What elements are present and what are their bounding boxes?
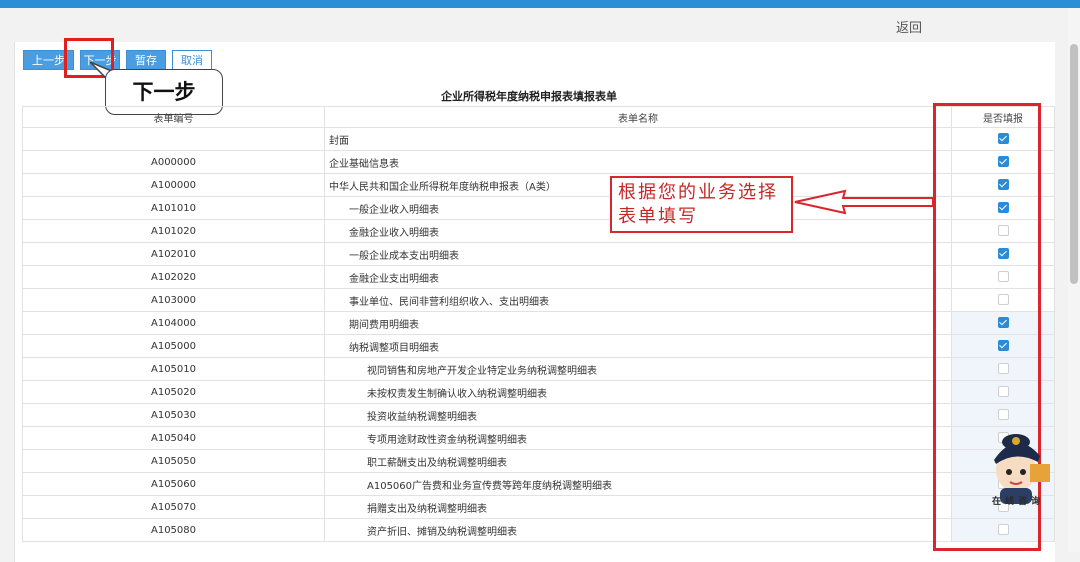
form-code-cell: A101010 [22, 196, 325, 220]
form-name-cell: 纳税调整项目明细表 [324, 334, 952, 358]
table-row: 封面 [22, 127, 1055, 151]
instruction-line-2: 表单填写 [618, 206, 698, 227]
form-code-cell: A102010 [22, 242, 325, 266]
form-name-cell: 期间费用明细表 [324, 311, 952, 335]
form-code-cell: A105080 [22, 518, 325, 542]
table-row: A102020 金融企业支出明细表 [22, 265, 1055, 289]
table-row: A104000 期间费用明细表 [22, 311, 1055, 335]
table-row: A105080 资产折旧、摊销及纳税调整明细表 [22, 518, 1055, 542]
form-code-cell: A105020 [22, 380, 325, 404]
form-name-cell: 未按权责发生制确认收入纳税调整明细表 [324, 380, 952, 404]
table-row: A105020 未按权责发生制确认收入纳税调整明细表 [22, 380, 1055, 404]
form-title: 企业所得税年度纳税申报表填报表单 [441, 90, 617, 103]
table-row: A105070 捐赠支出及纳税调整明细表 [22, 495, 1055, 519]
form-code-cell: A101020 [22, 219, 325, 243]
top-bar [0, 0, 1080, 8]
instruction-note: 根据您的业务选择 表单填写 [610, 176, 793, 233]
form-code-cell: A103000 [22, 288, 325, 312]
form-name-cell: A105060广告费和业务宣传费等跨年度纳税调整明细表 [324, 472, 952, 496]
save-draft-button[interactable]: 暂存 [126, 50, 166, 70]
form-code-cell: A102020 [22, 265, 325, 289]
form-code-cell: A105070 [22, 495, 325, 519]
form-name-cell: 视同销售和房地产开发企业特定业务纳税调整明细表 [324, 357, 952, 381]
arrow-left-icon [794, 189, 934, 215]
form-name-cell: 事业单位、民间非营利组织收入、支出明细表 [324, 288, 952, 312]
form-table: 表单编号 表单名称 是否填报 封面 A000000 企业基础信息表 A100000 中华… [22, 106, 1055, 542]
form-code-cell: A105000 [22, 334, 325, 358]
instruction-line-1: 根据您的业务选择 [618, 182, 778, 203]
form-code-cell [22, 127, 325, 151]
form-code-cell: A105030 [22, 403, 325, 427]
form-name-cell: 投资收益纳税调整明细表 [324, 403, 952, 427]
form-name-cell: 金融企业支出明细表 [324, 265, 952, 289]
form-code-cell: A105040 [22, 426, 325, 450]
form-code-cell: A105010 [22, 357, 325, 381]
cancel-button[interactable]: 取消 [172, 50, 212, 70]
table-row: A105060 A105060广告费和业务宣传费等跨年度纳税调整明细表 [22, 472, 1055, 496]
back-link[interactable]: 返回 [896, 17, 922, 36]
column-header-code: 表单编号 [22, 106, 325, 128]
table-header-row: 表单编号 表单名称 是否填报 [22, 106, 1055, 128]
table-row: A105040 专项用途财政性资金纳税调整明细表 [22, 426, 1055, 450]
form-code-cell: A105050 [22, 449, 325, 473]
table-row: A105010 视同销售和房地产开发企业特定业务纳税调整明细表 [22, 357, 1055, 381]
form-code-cell: A100000 [22, 173, 325, 197]
table-row: A101020 金融企业收入明细表 [22, 219, 1055, 243]
form-code-cell: A000000 [22, 150, 325, 174]
table-row: A105000 纳税调整项目明细表 [22, 334, 1055, 358]
table-row: A105030 投资收益纳税调整明细表 [22, 403, 1055, 427]
form-name-cell: 企业基础信息表 [324, 150, 952, 174]
form-name-cell: 捐赠支出及纳税调整明细表 [324, 495, 952, 519]
table-row: A102010 一般企业成本支出明细表 [22, 242, 1055, 266]
form-name-cell: 职工薪酬支出及纳税调整明细表 [324, 449, 952, 473]
table-row: A000000 企业基础信息表 [22, 150, 1055, 174]
form-code-cell: A104000 [22, 311, 325, 335]
scrollbar-thumb[interactable] [1070, 44, 1078, 284]
column-header-name: 表单名称 [324, 106, 952, 128]
table-row: A105050 职工薪酬支出及纳税调整明细表 [22, 449, 1055, 473]
form-name-cell: 一般企业成本支出明细表 [324, 242, 952, 266]
form-name-cell: 资产折旧、摊销及纳税调整明细表 [324, 518, 952, 542]
table-row: A103000 事业单位、民间非营利组织收入、支出明细表 [22, 288, 1055, 312]
online-consult-label[interactable]: 在线咨询 [992, 494, 1044, 507]
form-name-cell: 封面 [324, 127, 952, 151]
form-code-cell: A105060 [22, 472, 325, 496]
scrollbar[interactable] [1068, 8, 1080, 552]
form-name-cell: 专项用途财政性资金纳税调整明细表 [324, 426, 952, 450]
